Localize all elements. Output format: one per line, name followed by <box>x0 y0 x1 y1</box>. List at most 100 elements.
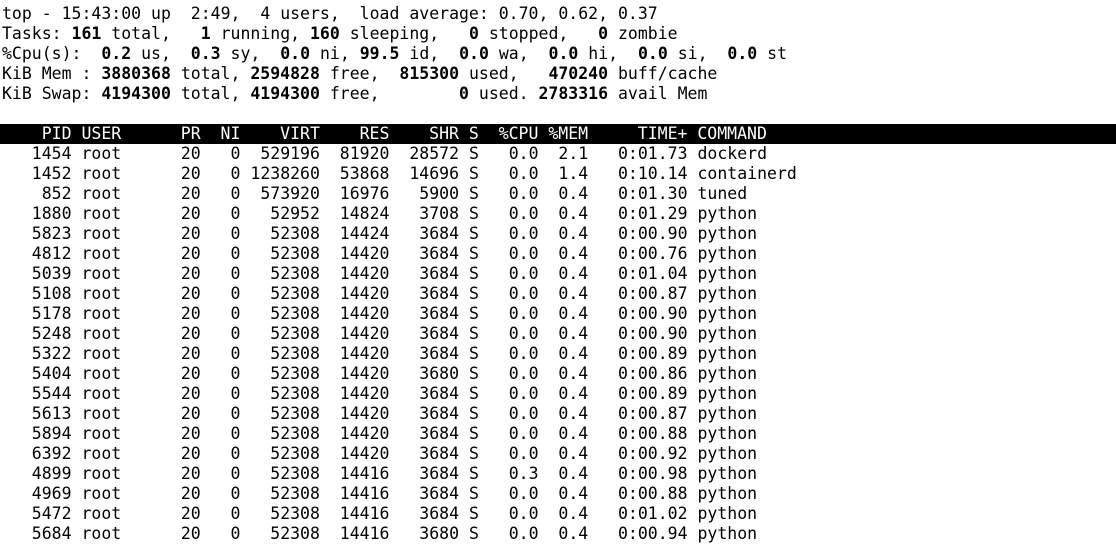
cell-res: 14420 <box>319 344 390 363</box>
cell-pid: 5823 <box>2 224 72 243</box>
cell-command: python <box>687 464 758 483</box>
cell-shr: 28572 <box>389 144 460 163</box>
cpu-si-label: si, <box>667 44 708 63</box>
cell-command: python <box>687 424 758 443</box>
cell-pid: 4969 <box>2 484 72 503</box>
cell-res: 14420 <box>319 284 390 303</box>
table-row[interactable]: 5248 root 20 0 52308 14420 3684 S 0.0 0.… <box>0 324 1116 344</box>
table-row[interactable]: 4969 root 20 0 52308 14416 3684 S 0.0 0.… <box>0 484 1116 504</box>
process-table-header[interactable]: PID USER PR NI VIRT RES SHR S %CPU %MEM … <box>0 124 1116 144</box>
cell-pid: 6392 <box>2 444 72 463</box>
cell-shr: 3684 <box>389 324 460 343</box>
cell-mem: 0.4 <box>538 284 589 303</box>
table-row[interactable]: 5684 root 20 0 52308 14416 3680 S 0.0 0.… <box>0 524 1116 544</box>
cell-cpu: 0.0 <box>478 184 539 203</box>
table-row[interactable]: 5039 root 20 0 52308 14420 3684 S 0.0 0.… <box>0 264 1116 284</box>
table-row[interactable]: 5544 root 20 0 52308 14420 3684 S 0.0 0.… <box>0 384 1116 404</box>
cell-time: 0:00.87 <box>588 284 688 303</box>
cpu-hi-value: 0.0 <box>548 44 579 63</box>
cell-ni: 0 <box>200 344 241 363</box>
cell-state: S <box>459 324 479 343</box>
table-row[interactable]: 5472 root 20 0 52308 14416 3684 S 0.0 0.… <box>0 504 1116 524</box>
cell-shr: 5900 <box>389 184 460 203</box>
cell-cpu: 0.0 <box>478 524 539 543</box>
cell-res: 14420 <box>319 304 390 323</box>
cell-user: root <box>71 444 171 463</box>
cell-time: 0:00.88 <box>588 424 688 443</box>
table-row[interactable]: 5322 root 20 0 52308 14420 3684 S 0.0 0.… <box>0 344 1116 364</box>
cell-cpu: 0.0 <box>478 404 539 423</box>
table-row[interactable]: 1454 root 20 0 529196 81920 28572 S 0.0 … <box>0 144 1116 164</box>
cell-cpu: 0.0 <box>478 204 539 223</box>
cell-command: python <box>687 484 758 503</box>
cell-virt: 529196 <box>240 144 320 163</box>
cell-pr: 20 <box>170 324 201 343</box>
table-row[interactable]: 5108 root 20 0 52308 14420 3684 S 0.0 0.… <box>0 284 1116 304</box>
cell-virt: 52308 <box>240 304 320 323</box>
swap-used-value: 0 <box>459 84 469 103</box>
cell-pr: 20 <box>170 384 201 403</box>
cell-time: 0:00.86 <box>588 364 688 383</box>
cell-ni: 0 <box>200 224 241 243</box>
cpu-us-label: us, <box>131 44 171 63</box>
cell-pid: 1454 <box>2 144 72 163</box>
mem-used-value: 815300 <box>399 64 460 83</box>
cell-user: root <box>71 404 171 423</box>
cell-res: 81920 <box>319 144 390 163</box>
cell-pr: 20 <box>170 344 201 363</box>
cell-mem: 0.4 <box>538 244 589 263</box>
cpu-ni-value: 0.0 <box>280 44 311 63</box>
cell-shr: 3684 <box>389 224 460 243</box>
mem-free-value: 2594828 <box>250 64 320 83</box>
table-row[interactable]: 5894 root 20 0 52308 14420 3684 S 0.0 0.… <box>0 424 1116 444</box>
cell-ni: 0 <box>200 244 241 263</box>
table-row[interactable]: 852 root 20 0 573920 16976 5900 S 0.0 0.… <box>0 184 1116 204</box>
table-row[interactable]: 1880 root 20 0 52952 14824 3708 S 0.0 0.… <box>0 204 1116 224</box>
cell-state: S <box>459 244 479 263</box>
load-average-15min: 0.37 <box>618 4 658 23</box>
cpu-label: %Cpu(s): <box>2 44 92 63</box>
cell-user: root <box>71 364 171 383</box>
cell-time: 0:00.98 <box>588 464 688 483</box>
cell-mem: 0.4 <box>538 524 589 543</box>
cell-user: root <box>71 164 171 183</box>
mem-used-label: used, <box>459 64 519 83</box>
tasks-sleeping-value: 160 <box>310 24 340 43</box>
cell-time: 0:00.76 <box>588 244 688 263</box>
cell-pid: 5404 <box>2 364 72 383</box>
cell-user: root <box>71 504 171 523</box>
cell-res: 14420 <box>319 444 390 463</box>
table-row[interactable]: 5823 root 20 0 52308 14424 3684 S 0.0 0.… <box>0 224 1116 244</box>
cell-mem: 0.4 <box>538 344 589 363</box>
cell-command: python <box>687 224 758 243</box>
table-row[interactable]: 5178 root 20 0 52308 14420 3684 S 0.0 0.… <box>0 304 1116 324</box>
cell-ni: 0 <box>200 464 241 483</box>
tasks-sleeping-label: sleeping, <box>339 24 440 43</box>
cell-shr: 3684 <box>389 384 460 403</box>
cell-state: S <box>459 484 479 503</box>
cell-command: python <box>687 344 758 363</box>
cpu-st-label: st <box>757 44 788 63</box>
table-row[interactable]: 6392 root 20 0 52308 14420 3684 S 0.0 0.… <box>0 444 1116 464</box>
cell-shr: 3684 <box>389 264 460 283</box>
cell-ni: 0 <box>200 524 241 543</box>
cell-res: 14420 <box>319 264 390 283</box>
cell-pid: 5322 <box>2 344 72 363</box>
cell-ni: 0 <box>200 424 241 443</box>
table-row[interactable]: 4812 root 20 0 52308 14420 3684 S 0.0 0.… <box>0 244 1116 264</box>
cell-state: S <box>459 464 479 483</box>
cell-ni: 0 <box>200 384 241 403</box>
cell-shr: 3684 <box>389 464 460 483</box>
cell-pr: 20 <box>170 364 201 383</box>
cell-res: 14824 <box>319 204 390 223</box>
cell-user: root <box>71 224 171 243</box>
table-row[interactable]: 5404 root 20 0 52308 14420 3680 S 0.0 0.… <box>0 364 1116 384</box>
table-row[interactable]: 4899 root 20 0 52308 14416 3684 S 0.3 0.… <box>0 464 1116 484</box>
cell-virt: 52308 <box>240 344 320 363</box>
table-row[interactable]: 1452 root 20 0 1238260 53868 14696 S 0.0… <box>0 164 1116 184</box>
cell-pid: 5472 <box>2 504 72 523</box>
table-row[interactable]: 5613 root 20 0 52308 14420 3684 S 0.0 0.… <box>0 404 1116 424</box>
cell-virt: 52308 <box>240 484 320 503</box>
summary-line-swap: KiB Swap: 4194300 total, 4194300 free, 0… <box>0 84 1116 104</box>
cpu-us-value: 0.2 <box>101 44 132 63</box>
